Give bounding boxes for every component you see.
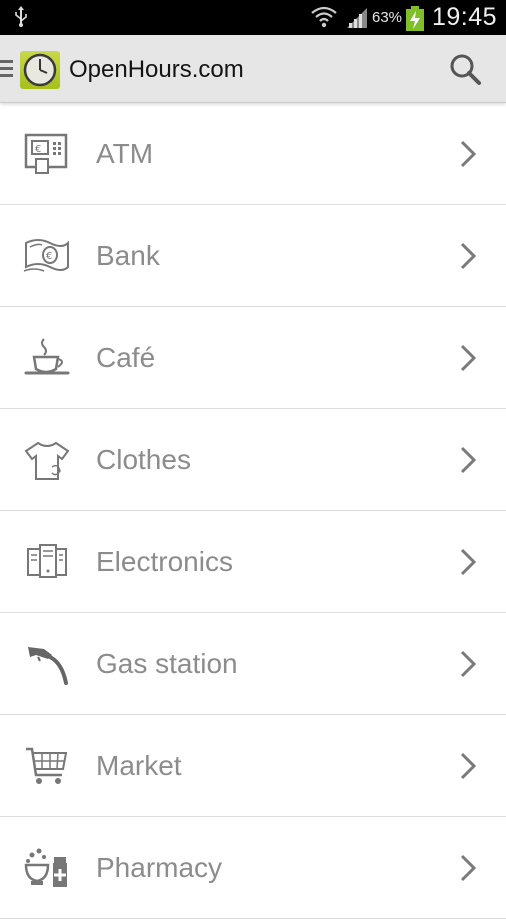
category-label: ATM xyxy=(96,138,154,169)
category-label: Café xyxy=(96,342,156,373)
category-row-electronics[interactable]: Electronics xyxy=(0,511,506,613)
category-label: Bank xyxy=(96,240,160,271)
chevron-right-icon xyxy=(459,854,477,887)
category-label: Gas station xyxy=(96,648,238,679)
clock-time: 19:45 xyxy=(432,3,498,31)
chevron-right-icon xyxy=(459,650,477,683)
category-label: Clothes xyxy=(96,444,191,475)
category-row-bank[interactable]: € Bank xyxy=(0,205,506,307)
category-label: Pharmacy xyxy=(96,852,223,883)
tshirt-icon xyxy=(22,439,72,483)
category-row-clothes[interactable]: Clothes xyxy=(0,409,506,511)
signal-icon xyxy=(346,7,368,34)
drawer-icon[interactable] xyxy=(0,59,14,84)
category-row-cafe[interactable]: Café xyxy=(0,307,506,409)
chevron-right-icon xyxy=(459,446,477,479)
wifi-icon xyxy=(311,5,337,34)
battery-charging-icon xyxy=(405,6,425,37)
category-row-gas-station[interactable]: Gas station xyxy=(0,613,506,715)
atm-icon: € xyxy=(22,133,72,177)
fuel-nozzle-icon xyxy=(22,643,72,687)
category-row-atm[interactable]: € ATM xyxy=(0,103,506,205)
devices-icon xyxy=(22,541,72,585)
chevron-right-icon xyxy=(459,752,477,785)
category-list: € ATM € Bank Café Clothes Electronics Ga… xyxy=(0,103,506,919)
category-row-pharmacy[interactable]: Pharmacy xyxy=(0,817,506,919)
chevron-right-icon xyxy=(459,140,477,173)
svg-text:€: € xyxy=(35,144,41,155)
banknote-icon: € xyxy=(22,235,72,279)
category-label: Market xyxy=(96,750,182,781)
chevron-right-icon xyxy=(459,242,477,275)
svg-text:€: € xyxy=(46,251,52,262)
coffee-cup-icon xyxy=(22,337,72,381)
battery-percent: 63% xyxy=(372,9,403,26)
category-row-market[interactable]: Market xyxy=(0,715,506,817)
mortar-pestle-icon xyxy=(22,847,72,891)
usb-icon xyxy=(14,6,28,33)
search-icon[interactable] xyxy=(448,52,482,91)
status-bar: 63% 19:45 xyxy=(0,0,506,35)
chevron-right-icon xyxy=(459,344,477,377)
shopping-cart-icon xyxy=(22,745,72,789)
category-label: Electronics xyxy=(96,546,233,577)
action-bar: OpenHours.com xyxy=(0,35,506,103)
clock-logo-icon[interactable] xyxy=(20,51,60,89)
chevron-right-icon xyxy=(459,548,477,581)
app-title: OpenHours.com xyxy=(69,56,244,83)
